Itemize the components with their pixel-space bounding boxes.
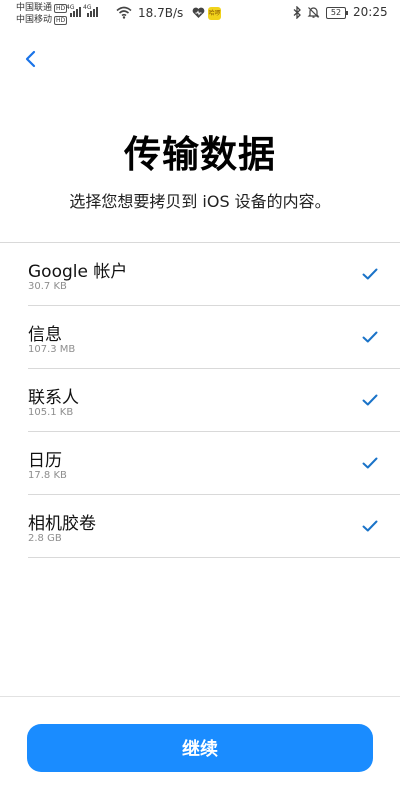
list-item-google-account[interactable]: Google 帐户 30.7 KB — [28, 243, 400, 306]
list-item-calendar[interactable]: 日历 17.8 KB — [28, 432, 400, 495]
item-size: 30.7 KB — [28, 281, 67, 292]
bluetooth-icon — [293, 6, 301, 19]
carrier-1-label: 中国联通 — [16, 3, 53, 13]
item-title: Google 帐户 — [28, 262, 128, 282]
item-title: 日历 — [28, 451, 62, 471]
continue-button[interactable]: 继续 — [27, 724, 373, 772]
battery-icon: 52 — [326, 7, 348, 19]
list-item-camera-roll[interactable]: 相机胶卷 2.8 GB — [28, 495, 400, 558]
item-title: 联系人 — [28, 388, 79, 408]
status-bar: 中国联通 HD 中国移动 HD 4G 4G 18.7B/s 哈啰 52 20:2… — [0, 0, 400, 30]
network-tag-1: 4G — [66, 4, 75, 11]
item-size: 105.1 KB — [28, 407, 74, 418]
net-speed: 18.7B/s — [138, 6, 184, 20]
item-title: 信息 — [28, 325, 62, 345]
hd-badge-2: HD — [54, 15, 68, 25]
list-item-contacts[interactable]: 联系人 105.1 KB — [28, 369, 400, 432]
check-icon[interactable] — [362, 393, 378, 407]
carrier-info: 中国联通 HD 中国移动 HD — [16, 2, 68, 26]
chevron-left-icon — [25, 50, 36, 68]
signal-icon: 4G — [83, 4, 98, 17]
check-icon[interactable] — [362, 456, 378, 470]
page-title: 传输数据 — [124, 133, 276, 176]
check-icon[interactable] — [362, 519, 378, 533]
check-icon[interactable] — [362, 267, 378, 281]
app-badge: 哈啰 — [208, 7, 221, 20]
data-type-list: Google 帐户 30.7 KB 信息 107.3 MB 联系人 105.1 … — [0, 242, 400, 558]
footer-divider — [0, 696, 400, 697]
carrier-2-label: 中国移动 — [16, 15, 53, 25]
signal-icon: 4G — [66, 4, 81, 17]
clock: 20:25 — [353, 5, 388, 19]
item-size: 17.8 KB — [28, 470, 67, 481]
page-subtitle: 选择您想要拷贝到 iOS 设备的内容。 — [69, 192, 331, 211]
item-size: 2.8 GB — [28, 533, 62, 544]
screen: 中国联通 HD 中国移动 HD 4G 4G 18.7B/s 哈啰 52 20:2… — [0, 0, 400, 800]
network-tag-2: 4G — [83, 4, 92, 11]
back-button[interactable] — [18, 46, 46, 74]
mute-icon — [307, 7, 320, 18]
wifi-icon — [116, 6, 132, 19]
list-item-messages[interactable]: 信息 107.3 MB — [28, 306, 400, 369]
heart-icon — [192, 7, 205, 18]
item-size: 107.3 MB — [28, 344, 76, 355]
item-title: 相机胶卷 — [28, 514, 96, 534]
signal-icons: 4G 4G — [66, 4, 98, 17]
check-icon[interactable] — [362, 330, 378, 344]
